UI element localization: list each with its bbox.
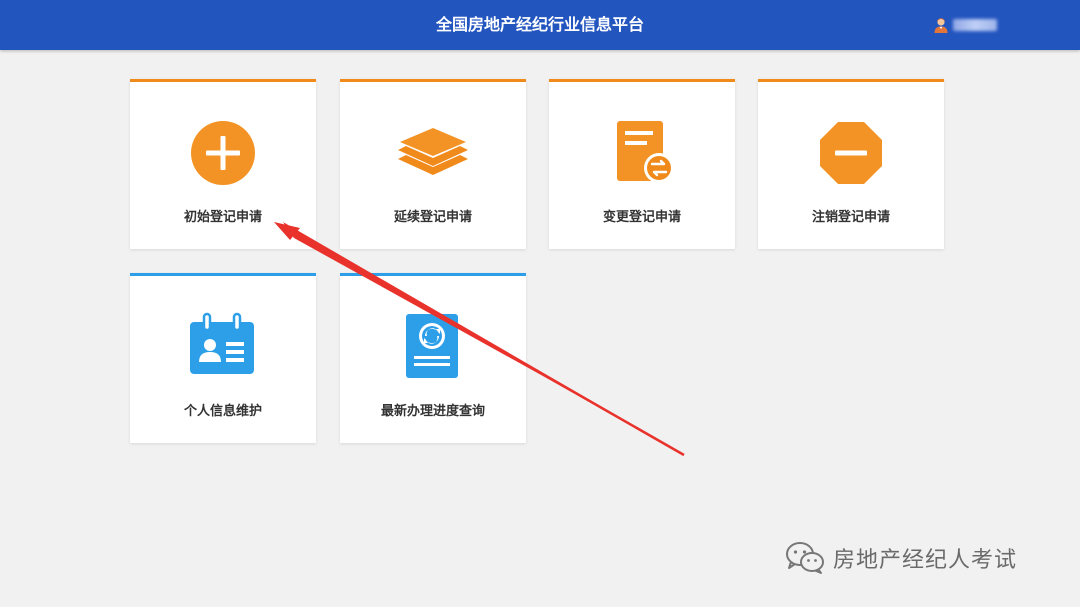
wechat-watermark: 房地产经纪人考试 — [785, 538, 1017, 578]
watermark-text: 房地产经纪人考试 — [833, 548, 1018, 573]
annotation-arrow — [274, 222, 685, 457]
wechat-icon — [786, 542, 824, 574]
